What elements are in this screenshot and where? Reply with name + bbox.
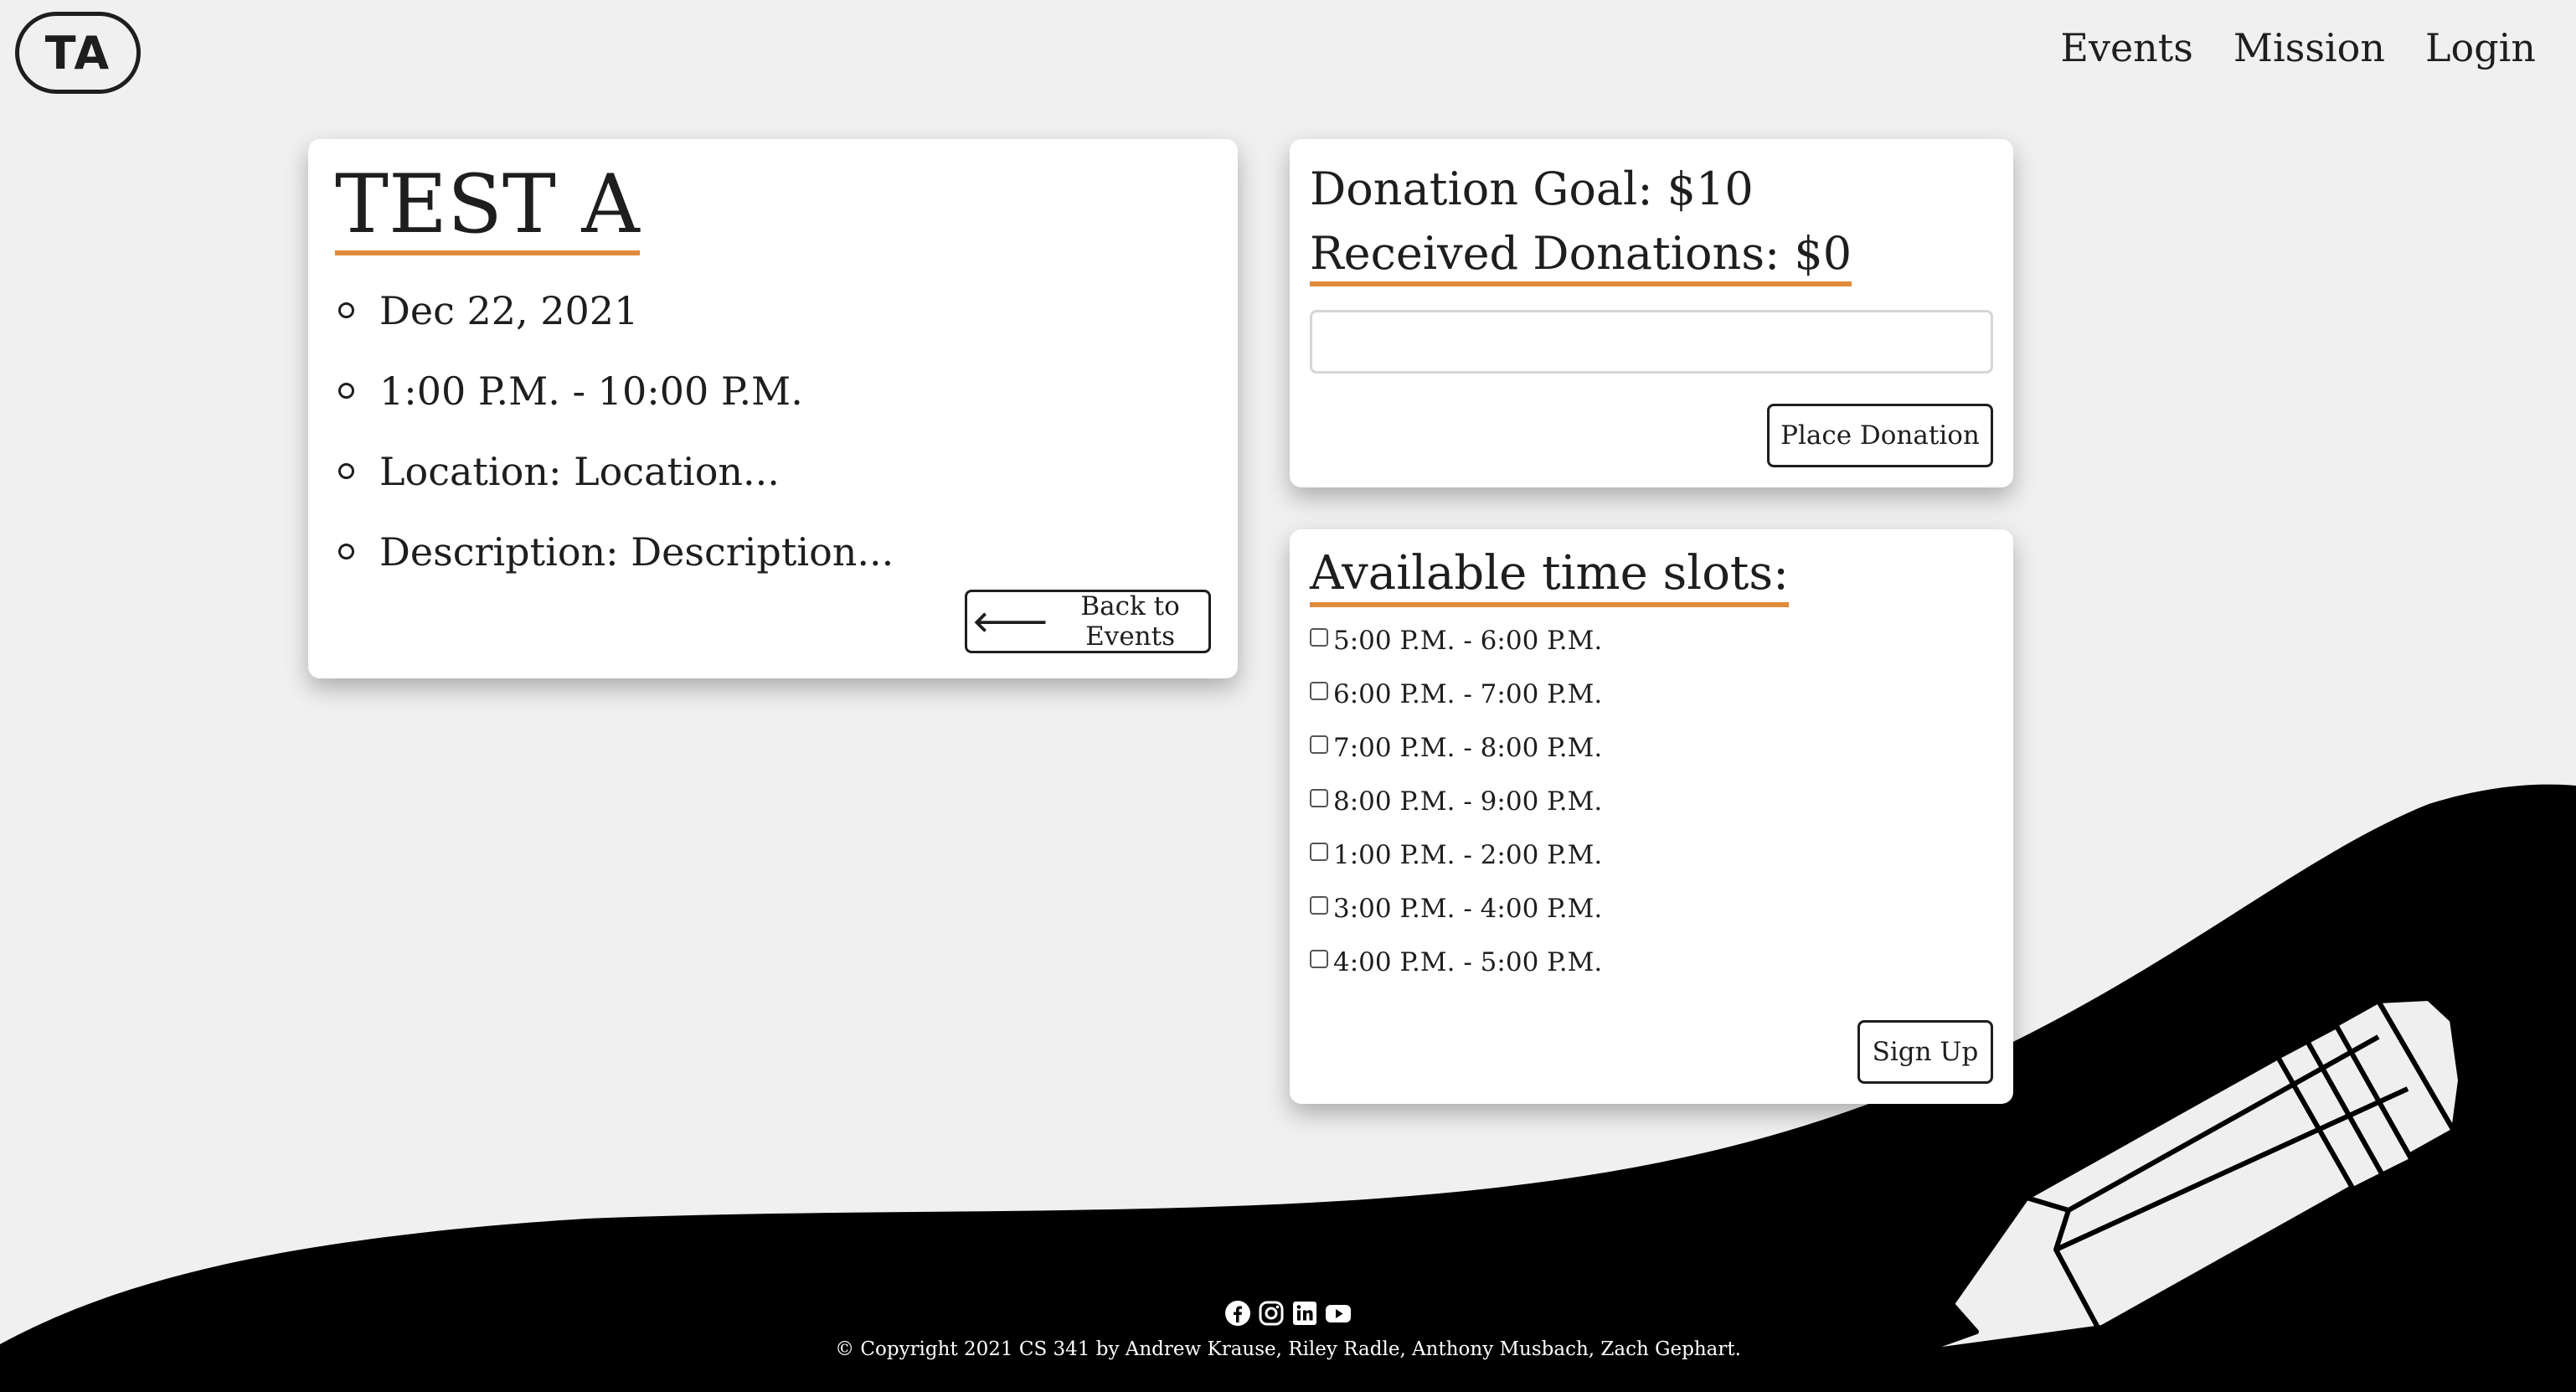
event-location-text: Location: Location... — [379, 448, 780, 494]
sign-up-button[interactable]: Sign Up — [1857, 1020, 1993, 1084]
time-slot-checkbox[interactable] — [1310, 627, 1328, 647]
time-slot-label: 8:00 P.M. - 9:00 P.M. — [1333, 786, 1603, 817]
event-location: Location: Location... — [335, 431, 1211, 512]
time-slots-title: Available time slots: — [1310, 549, 1790, 607]
time-slot-checkbox[interactable] — [1310, 735, 1328, 754]
donation-card: Donation Goal: $10 Received Donations: $… — [1290, 139, 2013, 487]
facebook-icon[interactable] — [1224, 1300, 1251, 1327]
event-details-card: TEST A Dec 22, 2021 1:00 P.M. - 10:00 P.… — [308, 139, 1238, 678]
donation-goal: Donation Goal: $10 — [1310, 162, 1754, 215]
time-slot-option[interactable]: 7:00 P.M. - 8:00 P.M. — [1310, 721, 1993, 775]
event-description-text: Description: Description... — [379, 528, 894, 575]
time-slot-option[interactable]: 3:00 P.M. - 4:00 P.M. — [1310, 882, 1993, 936]
time-slot-list: 5:00 P.M. - 6:00 P.M. 6:00 P.M. - 7:00 P… — [1310, 614, 1993, 989]
site-logo[interactable]: TA — [15, 12, 141, 94]
time-slot-checkbox[interactable] — [1310, 895, 1328, 915]
time-slot-option[interactable]: 1:00 P.M. - 2:00 P.M. — [1310, 828, 1993, 882]
event-time: 1:00 P.M. - 10:00 P.M. — [335, 351, 1211, 431]
donation-amount-input[interactable] — [1310, 309, 1993, 374]
time-slot-label: 4:00 P.M. - 5:00 P.M. — [1333, 946, 1603, 977]
back-to-events-button[interactable]: 🡐 Back to Events — [965, 590, 1211, 653]
nav-link-mission[interactable]: Mission — [2233, 25, 2385, 70]
time-slot-checkbox[interactable] — [1310, 681, 1328, 700]
time-slot-label: 7:00 P.M. - 8:00 P.M. — [1333, 732, 1603, 763]
instagram-icon[interactable] — [1258, 1300, 1285, 1327]
time-slot-checkbox[interactable] — [1310, 788, 1328, 807]
event-description: Description: Description... — [335, 512, 1211, 592]
event-date: Dec 22, 2021 — [335, 271, 1211, 351]
event-date-text: Dec 22, 2021 — [379, 287, 639, 333]
main-nav: Events Mission Login — [2060, 25, 2536, 70]
page: TA Events Mission Login TEST A Dec 22, 2… — [0, 0, 2576, 1392]
nav-link-events[interactable]: Events — [2060, 25, 2193, 70]
youtube-icon[interactable] — [1325, 1300, 1352, 1327]
event-title: TEST A — [335, 162, 640, 255]
arrow-left-icon: 🡐 — [972, 605, 1049, 639]
event-detail-list: Dec 22, 2021 1:00 P.M. - 10:00 P.M. Loca… — [335, 271, 1211, 592]
copyright-text: © Copyright 2021 CS 341 by Andrew Krause… — [835, 1338, 1741, 1360]
time-slot-checkbox[interactable] — [1310, 842, 1328, 861]
nav-link-login[interactable]: Login — [2425, 25, 2536, 70]
time-slot-checkbox[interactable] — [1310, 949, 1328, 968]
circle-bullet-icon — [338, 383, 354, 400]
place-donation-button[interactable]: Place Donation — [1767, 404, 1993, 467]
time-slot-option[interactable]: 4:00 P.M. - 5:00 P.M. — [1310, 936, 1993, 989]
footer: © Copyright 2021 CS 341 by Andrew Krause… — [0, 1300, 2576, 1360]
time-slot-option[interactable]: 6:00 P.M. - 7:00 P.M. — [1310, 668, 1993, 721]
time-slot-label: 5:00 P.M. - 6:00 P.M. — [1333, 625, 1603, 656]
circle-bullet-icon — [338, 302, 354, 319]
time-slot-label: 1:00 P.M. - 2:00 P.M. — [1333, 839, 1603, 870]
time-slot-label: 6:00 P.M. - 7:00 P.M. — [1333, 678, 1603, 709]
event-time-text: 1:00 P.M. - 10:00 P.M. — [379, 368, 803, 414]
back-to-events-label: Back to Events — [1080, 591, 1180, 652]
circle-bullet-icon — [338, 463, 354, 480]
time-slots-card: Available time slots: 5:00 P.M. - 6:00 P… — [1290, 529, 2013, 1104]
received-donations: Received Donations: $0 — [1310, 229, 1852, 286]
social-links — [0, 1300, 2576, 1327]
time-slot-option[interactable]: 8:00 P.M. - 9:00 P.M. — [1310, 775, 1993, 828]
circle-bullet-icon — [338, 544, 354, 560]
time-slot-option[interactable]: 5:00 P.M. - 6:00 P.M. — [1310, 614, 1993, 668]
linkedin-icon[interactable] — [1291, 1300, 1318, 1327]
time-slot-label: 3:00 P.M. - 4:00 P.M. — [1333, 893, 1603, 924]
